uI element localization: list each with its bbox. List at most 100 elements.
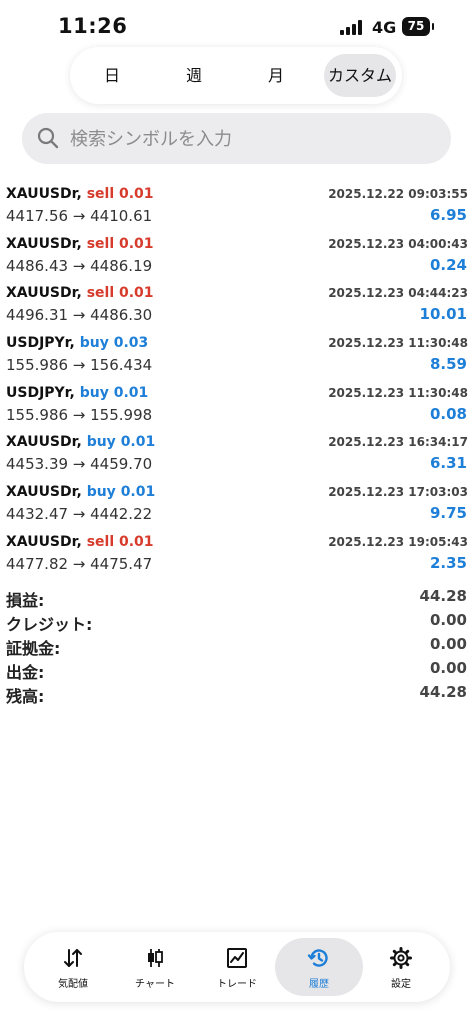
trade-symbol: USDJPYr, <box>6 335 75 352</box>
summary-label: 残高: <box>6 687 45 706</box>
account-summary: 損益: 44.28 クレジット: 0.00 証拠金: 0.00 出金: 0.00… <box>0 587 473 707</box>
trade-prices: 4486.43 → 4486.19 <box>6 256 153 275</box>
summary-row-deposit: 証拠金: 0.00 <box>0 635 473 659</box>
trade-history-list: XAUUSDr, sell 0.01 2025.12.22 09:03:55 4… <box>0 184 473 582</box>
trade-symbol: XAUUSDr, <box>6 533 82 550</box>
summary-value: 44.28 <box>419 587 467 605</box>
network-type: 4G <box>372 18 397 37</box>
status-time: 11:26 <box>58 14 128 38</box>
trade-symbol: XAUUSDr, <box>6 434 82 451</box>
period-tab-month[interactable]: 月 <box>242 54 310 97</box>
trade-row[interactable]: XAUUSDr, buy 0.01 2025.12.23 17:03:03 44… <box>0 482 473 532</box>
summary-value: 0.00 <box>429 659 467 677</box>
trade-prices: 4496.31 → 4486.30 <box>6 306 153 325</box>
cellular-signal-icon <box>340 20 366 35</box>
trade-row[interactable]: USDJPYr, buy 0.01 2025.12.23 11:30:48 15… <box>0 383 473 433</box>
trade-side: sell <box>86 285 115 302</box>
trade-volume: 0.01 <box>119 533 154 550</box>
bottom-tab-bar: 気配値 チャート トレード 履歴 設定 <box>24 932 450 1002</box>
trade-row[interactable]: XAUUSDr, sell 0.01 2025.12.23 19:05:43 4… <box>0 532 473 582</box>
trade-prices: 4417.56 → 4410.61 <box>6 207 153 225</box>
tab-chart[interactable]: チャート <box>111 938 199 996</box>
quotes-arrows-icon <box>64 949 82 967</box>
trade-row[interactable]: XAUUSDr, sell 0.01 2025.12.23 04:00:43 4… <box>0 234 473 284</box>
history-clock-icon <box>307 949 328 967</box>
trade-row[interactable]: XAUUSDr, buy 0.01 2025.12.23 16:34:17 44… <box>0 432 473 482</box>
tab-label: トレード <box>217 979 257 990</box>
trade-profit: 8.59 <box>429 355 467 374</box>
trade-side: sell <box>86 186 115 202</box>
summary-row-withdrawal: 出金: 0.00 <box>0 659 473 683</box>
trade-symbol: USDJPYr, <box>6 384 75 401</box>
trade-volume: 0.03 <box>113 335 149 352</box>
trade-row[interactable]: XAUUSDr, sell 0.01 2025.12.22 09:03:55 4… <box>0 184 473 234</box>
trade-profit: 2.35 <box>429 553 467 572</box>
trade-symbol: XAUUSDr, <box>6 186 82 202</box>
summary-label: クレジット: <box>6 615 93 634</box>
battery-icon: 75 <box>402 17 430 36</box>
trade-side: buy <box>79 384 109 401</box>
trade-datetime: 2025.12.23 04:44:23 <box>328 286 468 301</box>
tab-quotes[interactable]: 気配値 <box>29 938 117 996</box>
tab-history[interactable]: 履歴 <box>275 938 363 996</box>
gear-icon <box>390 947 412 969</box>
trade-profit: 10.01 <box>419 305 467 324</box>
trade-volume: 0.01 <box>119 186 154 202</box>
trade-volume: 0.01 <box>120 434 156 451</box>
period-tab-week[interactable]: 週 <box>160 54 228 97</box>
tab-label: 履歴 <box>309 979 329 990</box>
summary-value: 0.00 <box>429 611 467 629</box>
trade-prices: 4432.47 → 4442.22 <box>6 505 153 524</box>
period-tab-day[interactable]: 日 <box>78 54 146 97</box>
period-tab-custom[interactable]: カスタム <box>324 54 396 97</box>
trade-symbol: XAUUSDr, <box>6 484 82 501</box>
tab-label: チャート <box>135 979 175 990</box>
summary-label: 証拠金: <box>6 639 61 658</box>
trade-side: buy <box>86 484 116 501</box>
trade-side: sell <box>86 235 115 252</box>
trade-side: buy <box>79 335 109 352</box>
summary-value: 0.00 <box>429 635 467 653</box>
tab-trade[interactable]: トレード <box>193 938 281 996</box>
trade-datetime: 2025.12.23 17:03:03 <box>328 485 468 500</box>
battery-tip <box>432 23 434 30</box>
trade-profit: 0.24 <box>429 255 467 274</box>
trade-prices: 4477.82 → 4475.47 <box>6 554 153 573</box>
trade-profit: 6.95 <box>429 206 467 224</box>
trade-datetime: 2025.12.23 11:30:48 <box>328 385 468 400</box>
summary-row-balance: 残高: 44.28 <box>0 683 473 707</box>
trade-profit: 0.08 <box>429 404 467 423</box>
trade-datetime: 2025.12.23 16:34:17 <box>328 435 468 450</box>
candlestick-chart-icon <box>148 949 163 967</box>
trade-volume: 0.01 <box>120 484 156 501</box>
search-input[interactable] <box>68 122 442 156</box>
summary-label: 損益: <box>6 591 45 610</box>
trade-row[interactable]: XAUUSDr, sell 0.01 2025.12.23 04:44:23 4… <box>0 283 473 333</box>
tab-label: 気配値 <box>58 979 88 990</box>
trade-prices: 155.986 → 155.998 <box>6 405 153 424</box>
trade-datetime: 2025.12.23 11:30:48 <box>328 336 468 351</box>
trade-prices: 155.986 → 156.434 <box>6 356 153 375</box>
summary-row-profit: 損益: 44.28 <box>0 587 473 611</box>
trade-prices: 4453.39 → 4459.70 <box>6 455 153 474</box>
trade-symbol: XAUUSDr, <box>6 285 82 302</box>
trade-side: sell <box>86 533 115 550</box>
summary-value: 44.28 <box>419 683 467 701</box>
trade-datetime: 2025.12.22 09:03:55 <box>328 187 468 201</box>
trade-volume: 0.01 <box>119 285 154 302</box>
tab-settings[interactable]: 設定 <box>357 938 445 996</box>
tab-label: 設定 <box>391 979 411 990</box>
summary-label: 出金: <box>6 663 45 682</box>
search-icon <box>37 127 59 149</box>
period-selector: 日 週 月 カスタム <box>70 47 402 104</box>
trade-row[interactable]: USDJPYr, buy 0.03 2025.12.23 11:30:48 15… <box>0 333 473 383</box>
trade-datetime: 2025.12.23 19:05:43 <box>328 534 468 549</box>
summary-row-credit: クレジット: 0.00 <box>0 611 473 635</box>
trade-volume: 0.01 <box>119 235 154 252</box>
trade-line-chart-icon <box>227 948 247 968</box>
trade-volume: 0.01 <box>113 384 149 401</box>
trade-profit: 6.31 <box>429 454 467 473</box>
trade-side: buy <box>86 434 116 451</box>
trade-profit: 9.75 <box>429 504 467 523</box>
search-bar <box>22 113 451 164</box>
